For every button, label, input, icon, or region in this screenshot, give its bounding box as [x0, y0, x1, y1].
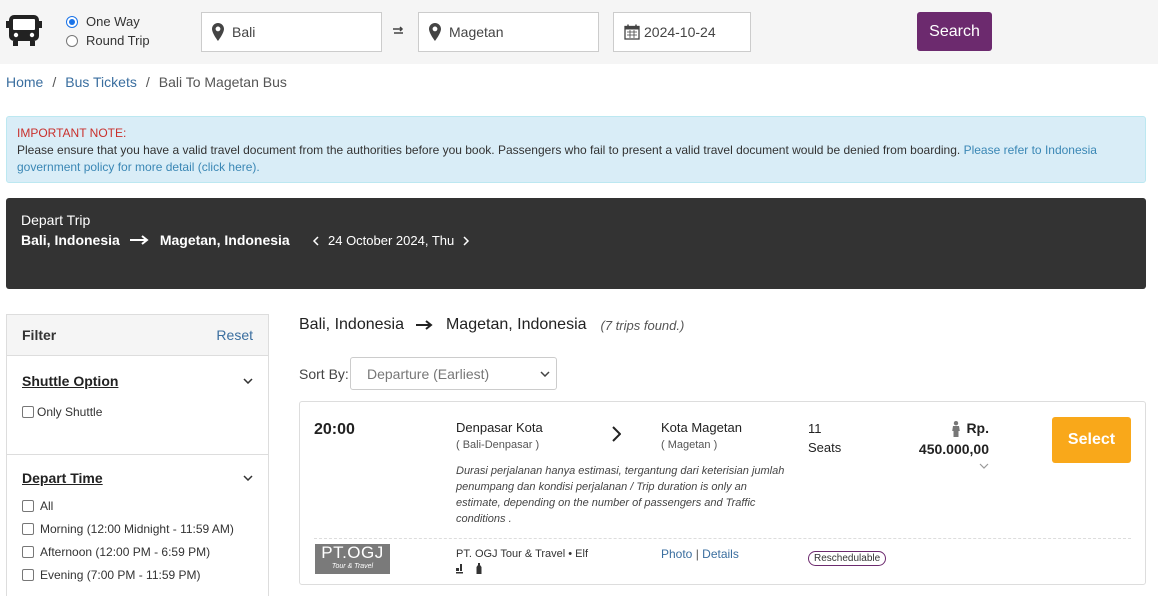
filter-header: Filter Reset: [7, 315, 268, 356]
seat-icon: [456, 564, 463, 574]
one-way-radio[interactable]: One Way: [66, 12, 150, 31]
trip-card: 20:00 Denpasar Kota ( Bali-Denpasar ) Ko…: [299, 401, 1146, 585]
depart-from: Bali, Indonesia: [21, 232, 120, 248]
sort-label: Sort By:: [299, 366, 349, 382]
breadcrumb: Home / Bus Tickets / Bali To Magetan Bus: [6, 74, 287, 90]
depart-route: Bali, Indonesia Magetan, Indonesia: [21, 232, 290, 248]
prev-date-icon[interactable]: [312, 235, 320, 246]
card-divider: [314, 538, 1131, 539]
seats-label: Seats: [808, 440, 842, 455]
shuttle-option-title: Shuttle Option: [22, 373, 119, 389]
only-shuttle-checkbox[interactable]: Only Shuttle: [22, 400, 253, 423]
trip-type-radio-group: One Way Round Trip: [66, 12, 150, 50]
person-icon: [952, 420, 961, 437]
bottle-icon: [476, 563, 482, 574]
note-text: Please ensure that you have a valid trav…: [17, 143, 964, 157]
seats-count: 11: [808, 421, 822, 436]
to-value: Magetan: [449, 24, 504, 40]
important-note: IMPORTANT NOTE: Please ensure that you h…: [6, 116, 1146, 183]
filter-reset-link[interactable]: Reset: [216, 327, 253, 343]
chevron-down-icon: [243, 475, 253, 481]
round-trip-radio[interactable]: Round Trip: [66, 31, 150, 50]
chevron-down-icon: [540, 371, 550, 377]
filter-panel: Filter Reset Shuttle Option Only Shuttle…: [6, 314, 269, 596]
shuttle-option-header[interactable]: Shuttle Option: [22, 370, 253, 392]
arrow-right-icon: [129, 235, 149, 245]
origin-sub: ( Bali-Denpasar ): [456, 439, 540, 451]
bus-icon: [6, 15, 42, 46]
chevron-down-icon[interactable]: [979, 463, 989, 469]
checkbox-icon[interactable]: [22, 568, 34, 581]
from-input[interactable]: Bali: [201, 12, 382, 52]
location-pin-icon: [429, 23, 441, 41]
results-count: (7 trips found.): [600, 317, 685, 333]
checkbox-icon[interactable]: [22, 499, 34, 512]
departure-time: 20:00: [314, 421, 355, 438]
breadcrumb-current: Bali To Magetan Bus: [158, 74, 287, 90]
depart-trip-label: Depart Trip: [21, 212, 91, 228]
sort-select[interactable]: Departure (Earliest): [350, 357, 557, 390]
note-title: IMPORTANT NOTE:: [17, 126, 127, 140]
next-date-icon[interactable]: [462, 235, 470, 246]
depart-time-afternoon-checkbox[interactable]: Afternoon (12:00 PM - 6:59 PM): [22, 540, 253, 563]
depart-time-header[interactable]: Depart Time: [22, 467, 253, 489]
results-to: Magetan, Indonesia: [445, 316, 587, 333]
to-input[interactable]: Magetan: [418, 12, 599, 52]
chevron-right-icon: [612, 426, 621, 442]
calendar-icon: [624, 24, 640, 40]
trip-price: Rp. 450.000,00: [919, 418, 989, 460]
depart-to: Magetan, Indonesia: [159, 232, 290, 248]
trip-origin: Denpasar Kota ( Bali-Denpasar ): [456, 420, 543, 451]
operator-name: PT. OGJ Tour & Travel • Elf: [456, 548, 589, 560]
checkbox-icon[interactable]: [22, 405, 34, 418]
radio-checked-icon[interactable]: [66, 15, 78, 28]
checkbox-icon[interactable]: [22, 522, 34, 535]
chevron-down-icon: [243, 378, 253, 384]
shuttle-option-section: Shuttle Option Only Shuttle: [7, 370, 268, 455]
price-currency: Rp.: [966, 420, 989, 436]
date-value: 2024-10-24: [644, 24, 716, 40]
results-title: Bali, Indonesia Magetan, Indonesia (7 tr…: [299, 316, 684, 334]
depart-time-morning-checkbox[interactable]: Morning (12:00 Midnight - 11:59 AM): [22, 517, 253, 540]
sort-value: Departure (Earliest): [367, 365, 490, 382]
destination-sub: ( Magetan ): [661, 439, 718, 451]
details-link[interactable]: Details: [702, 547, 739, 561]
depart-time-section: Depart Time All Morning (12:00 Midnight …: [7, 467, 268, 596]
reschedulable-badge: Reschedulable: [808, 551, 887, 566]
seats-available: 11 Seats: [808, 419, 841, 457]
trip-duration-note: Durasi perjalanan hanya estimasi, tergan…: [456, 465, 785, 525]
depart-date: 24 October 2024, Thu: [328, 233, 455, 248]
trip-links: Photo | Details: [661, 547, 739, 561]
checkbox-icon[interactable]: [22, 545, 34, 558]
swap-icon[interactable]: [392, 26, 404, 36]
operator-logo: PT.OGJ Tour & Travel: [315, 544, 390, 574]
results-from: Bali, Indonesia: [299, 316, 404, 333]
depart-time-evening-checkbox[interactable]: Evening (7:00 PM - 11:59 PM): [22, 563, 253, 586]
radio-unchecked-icon[interactable]: [66, 34, 78, 47]
breadcrumb-home-link[interactable]: Home: [6, 74, 43, 90]
date-input[interactable]: 2024-10-24: [613, 12, 751, 52]
breadcrumb-bus-tickets-link[interactable]: Bus Tickets: [65, 74, 137, 90]
select-trip-button[interactable]: Select: [1052, 417, 1131, 463]
photo-link[interactable]: Photo: [661, 547, 692, 561]
depart-trip-banner: Depart Trip Bali, Indonesia Magetan, Ind…: [6, 198, 1146, 289]
depart-time-title: Depart Time: [22, 470, 103, 486]
operator-info: PT. OGJ Tour & Travel • Elf: [456, 548, 588, 574]
origin-name: Denpasar Kota: [456, 420, 543, 435]
trip-destination: Kota Magetan ( Magetan ): [661, 420, 742, 451]
search-button[interactable]: Search: [917, 12, 992, 51]
price-value: 450.000,00: [918, 441, 989, 457]
from-value: Bali: [232, 24, 256, 40]
filter-title: Filter: [22, 327, 57, 343]
destination-name: Kota Magetan: [661, 420, 742, 435]
depart-time-all-checkbox[interactable]: All: [22, 494, 253, 517]
search-bar: One Way Round Trip Bali Magetan 2024-10-…: [0, 0, 1158, 64]
arrow-right-icon: [415, 320, 433, 330]
depart-date-nav: 24 October 2024, Thu: [304, 233, 478, 248]
location-pin-icon: [212, 23, 224, 41]
